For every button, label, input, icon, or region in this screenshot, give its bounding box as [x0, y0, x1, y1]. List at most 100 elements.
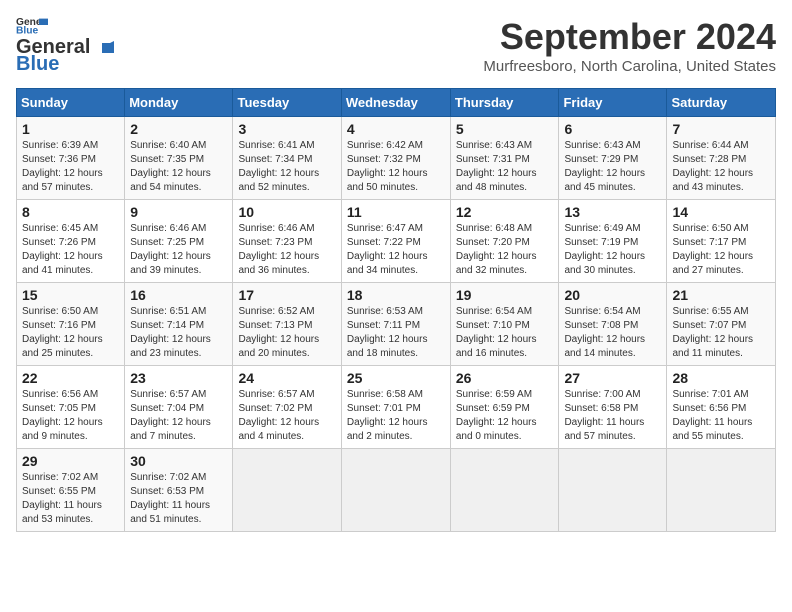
day-number: 23 [130, 370, 227, 386]
col-header-wednesday: Wednesday [341, 89, 450, 117]
week-row-1: 1 Sunrise: 6:39 AM Sunset: 7:36 PM Daylig… [17, 117, 776, 200]
day-cell: 12Sunrise: 6:48 AM Sunset: 7:20 PM Dayli… [450, 200, 559, 283]
col-header-friday: Friday [559, 89, 667, 117]
logo-icon: General Blue [16, 16, 48, 34]
day-cell: 17 Sunrise: 6:52 AM Sunset: 7:13 PM Dayli… [233, 283, 341, 366]
logo-bird [92, 41, 114, 55]
week-row-5: 29 Sunrise: 7:02 AM Sunset: 6:55 PM Dayli… [17, 449, 776, 532]
day-cell: 19Sunrise: 6:54 AM Sunset: 7:10 PM Dayli… [450, 283, 559, 366]
location: Murfreesboro, North Carolina, United Sta… [483, 58, 776, 75]
day-cell: 11 Sunrise: 6:47 AM Sunset: 7:22 PM Dayli… [341, 200, 450, 283]
day-number: 17 [238, 287, 335, 303]
day-number: 24 [238, 370, 335, 386]
day-number: 10 [238, 204, 335, 220]
day-number: 28 [672, 370, 770, 386]
day-info: Sunrise: 6:49 AM Sunset: 7:19 PM Dayligh… [564, 222, 661, 278]
day-number: 12 [456, 204, 554, 220]
day-info: Sunrise: 6:57 AM Sunset: 7:02 PM Dayligh… [238, 388, 335, 444]
day-info: Sunrise: 6:54 AM Sunset: 7:08 PM Dayligh… [564, 305, 661, 361]
week-row-4: 22 Sunrise: 6:56 AM Sunset: 7:05 PM Dayli… [17, 366, 776, 449]
day-cell [341, 449, 450, 532]
day-number: 8 [22, 204, 119, 220]
day-cell [559, 449, 667, 532]
day-info: Sunrise: 6:43 AM Sunset: 7:29 PM Dayligh… [564, 139, 661, 195]
day-cell: 25Sunrise: 6:58 AM Sunset: 7:01 PM Dayli… [341, 366, 450, 449]
day-cell: 9 Sunrise: 6:46 AM Sunset: 7:25 PM Daylig… [125, 200, 233, 283]
day-cell: 6 Sunrise: 6:43 AM Sunset: 7:29 PM Daylig… [559, 117, 667, 200]
day-info: Sunrise: 6:51 AM Sunset: 7:14 PM Dayligh… [130, 305, 227, 361]
day-number: 25 [347, 370, 445, 386]
day-cell: 26Sunrise: 6:59 AM Sunset: 6:59 PM Dayli… [450, 366, 559, 449]
header: General Blue General Blue September 2024… [16, 16, 776, 76]
day-info: Sunrise: 7:02 AM Sunset: 6:55 PM Dayligh… [22, 471, 119, 527]
day-cell: 13 Sunrise: 6:49 AM Sunset: 7:19 PM Dayli… [559, 200, 667, 283]
day-cell: 20 Sunrise: 6:54 AM Sunset: 7:08 PM Dayli… [559, 283, 667, 366]
col-header-thursday: Thursday [450, 89, 559, 117]
day-cell: 7Sunrise: 6:44 AM Sunset: 7:28 PM Daylig… [667, 117, 776, 200]
day-info: Sunrise: 6:56 AM Sunset: 7:05 PM Dayligh… [22, 388, 119, 444]
day-number: 6 [564, 121, 661, 137]
week-row-3: 15 Sunrise: 6:50 AM Sunset: 7:16 PM Dayli… [17, 283, 776, 366]
day-cell: 15 Sunrise: 6:50 AM Sunset: 7:16 PM Dayli… [17, 283, 125, 366]
month-title: September 2024 [483, 16, 776, 58]
day-number: 13 [564, 204, 661, 220]
day-info: Sunrise: 6:47 AM Sunset: 7:22 PM Dayligh… [347, 222, 445, 278]
day-cell: 28Sunrise: 7:01 AM Sunset: 6:56 PM Dayli… [667, 366, 776, 449]
day-number: 11 [347, 204, 445, 220]
day-number: 30 [130, 453, 227, 469]
day-info: Sunrise: 6:50 AM Sunset: 7:17 PM Dayligh… [672, 222, 770, 278]
logo-blue: Blue [16, 53, 59, 76]
day-number: 22 [22, 370, 119, 386]
day-info: Sunrise: 6:46 AM Sunset: 7:23 PM Dayligh… [238, 222, 335, 278]
day-info: Sunrise: 6:46 AM Sunset: 7:25 PM Dayligh… [130, 222, 227, 278]
day-info: Sunrise: 6:50 AM Sunset: 7:16 PM Dayligh… [22, 305, 119, 361]
day-number: 3 [238, 121, 335, 137]
day-info: Sunrise: 6:45 AM Sunset: 7:26 PM Dayligh… [22, 222, 119, 278]
calendar-table: SundayMondayTuesdayWednesdayThursdayFrid… [16, 88, 776, 532]
day-cell: 8 Sunrise: 6:45 AM Sunset: 7:26 PM Daylig… [17, 200, 125, 283]
day-number: 4 [347, 121, 445, 137]
day-cell: 22 Sunrise: 6:56 AM Sunset: 7:05 PM Dayli… [17, 366, 125, 449]
day-cell: 4Sunrise: 6:42 AM Sunset: 7:32 PM Daylig… [341, 117, 450, 200]
day-number: 7 [672, 121, 770, 137]
day-number: 15 [22, 287, 119, 303]
day-cell: 29 Sunrise: 7:02 AM Sunset: 6:55 PM Dayli… [17, 449, 125, 532]
day-cell: 24 Sunrise: 6:57 AM Sunset: 7:02 PM Dayli… [233, 366, 341, 449]
day-cell: 5 Sunrise: 6:43 AM Sunset: 7:31 PM Daylig… [450, 117, 559, 200]
day-cell: 1 Sunrise: 6:39 AM Sunset: 7:36 PM Daylig… [17, 117, 125, 200]
day-number: 20 [564, 287, 661, 303]
day-cell: 18 Sunrise: 6:53 AM Sunset: 7:11 PM Dayli… [341, 283, 450, 366]
day-number: 18 [347, 287, 445, 303]
day-number: 2 [130, 121, 227, 137]
day-cell [233, 449, 341, 532]
day-info: Sunrise: 6:43 AM Sunset: 7:31 PM Dayligh… [456, 139, 554, 195]
day-number: 21 [672, 287, 770, 303]
day-number: 5 [456, 121, 554, 137]
day-number: 29 [22, 453, 119, 469]
day-number: 1 [22, 121, 119, 137]
col-header-monday: Monday [125, 89, 233, 117]
col-header-sunday: Sunday [17, 89, 125, 117]
day-cell: 16 Sunrise: 6:51 AM Sunset: 7:14 PM Dayli… [125, 283, 233, 366]
day-cell: 30 Sunrise: 7:02 AM Sunset: 6:53 PM Dayli… [125, 449, 233, 532]
day-info: Sunrise: 7:00 AM Sunset: 6:58 PM Dayligh… [564, 388, 661, 444]
day-number: 16 [130, 287, 227, 303]
title-area: September 2024 Murfreesboro, North Carol… [483, 16, 776, 75]
day-cell: 3 Sunrise: 6:41 AM Sunset: 7:34 PM Daylig… [233, 117, 341, 200]
day-info: Sunrise: 7:02 AM Sunset: 6:53 PM Dayligh… [130, 471, 227, 527]
day-info: Sunrise: 6:55 AM Sunset: 7:07 PM Dayligh… [672, 305, 770, 361]
day-info: Sunrise: 6:53 AM Sunset: 7:11 PM Dayligh… [347, 305, 445, 361]
day-cell: 27Sunrise: 7:00 AM Sunset: 6:58 PM Dayli… [559, 366, 667, 449]
day-number: 14 [672, 204, 770, 220]
svg-text:Blue: Blue [16, 25, 38, 34]
day-cell: 10 Sunrise: 6:46 AM Sunset: 7:23 PM Dayli… [233, 200, 341, 283]
day-info: Sunrise: 6:40 AM Sunset: 7:35 PM Dayligh… [130, 139, 227, 195]
day-number: 9 [130, 204, 227, 220]
day-info: Sunrise: 6:41 AM Sunset: 7:34 PM Dayligh… [238, 139, 335, 195]
day-info: Sunrise: 6:52 AM Sunset: 7:13 PM Dayligh… [238, 305, 335, 361]
day-info: Sunrise: 6:54 AM Sunset: 7:10 PM Dayligh… [456, 305, 554, 361]
day-info: Sunrise: 6:59 AM Sunset: 6:59 PM Dayligh… [456, 388, 554, 444]
col-header-saturday: Saturday [667, 89, 776, 117]
day-cell: 2 Sunrise: 6:40 AM Sunset: 7:35 PM Daylig… [125, 117, 233, 200]
day-info: Sunrise: 6:39 AM Sunset: 7:36 PM Dayligh… [22, 139, 119, 195]
